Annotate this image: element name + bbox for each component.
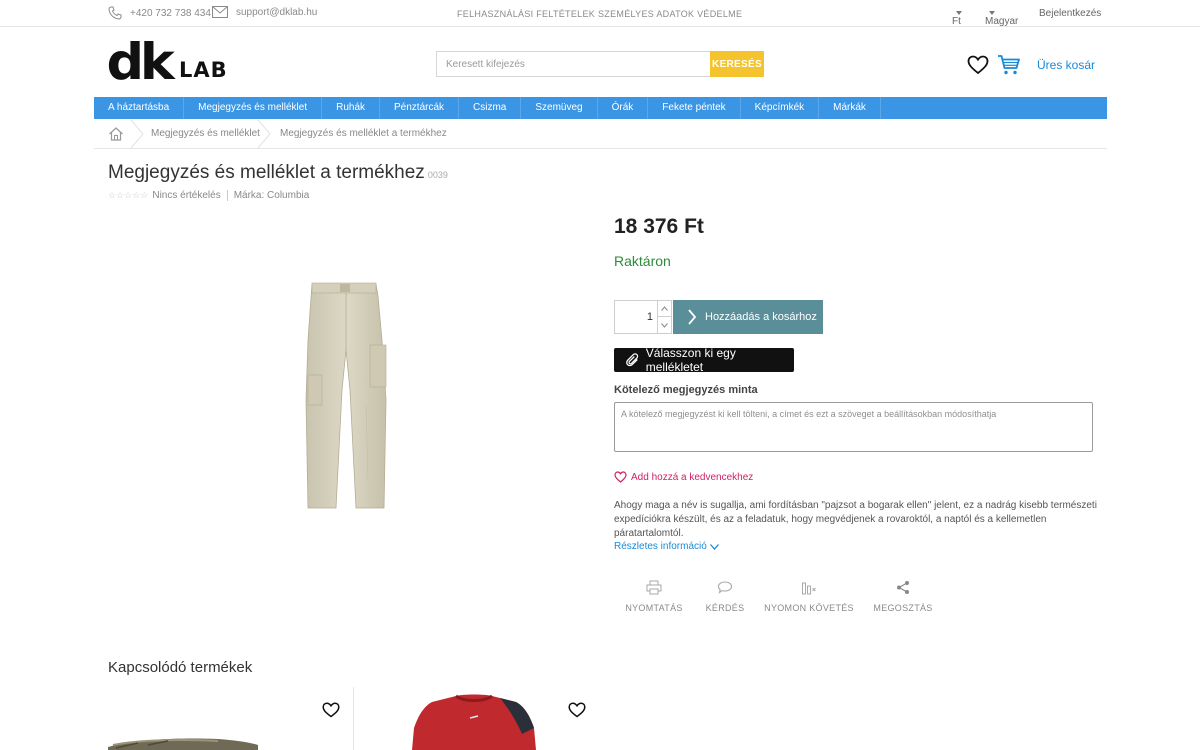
- chevron-up-icon: [661, 306, 668, 311]
- search-button[interactable]: KERESÉS: [710, 51, 764, 77]
- quantity-value[interactable]: 1: [615, 301, 659, 333]
- divider: [226, 190, 228, 201]
- phone-contact[interactable]: +420 732 738 434: [108, 6, 211, 20]
- home-icon[interactable]: [108, 126, 124, 142]
- heart-icon[interactable]: [967, 55, 989, 75]
- nav-item-watches[interactable]: Órák: [598, 97, 649, 119]
- decrement-button[interactable]: [658, 317, 671, 333]
- logo-main: dk: [106, 33, 174, 91]
- product-code: 0039: [427, 170, 448, 180]
- chevron-down-icon: [956, 11, 962, 16]
- related-products-title: Kapcsolódó termékek: [108, 659, 253, 676]
- heart-icon: [614, 471, 627, 483]
- details-label: Részletes információ: [614, 541, 707, 552]
- breadcrumb-item[interactable]: Megjegyzés és melléklet: [151, 128, 260, 139]
- nav-item-household[interactable]: A háztartásba: [94, 97, 185, 119]
- share-label: MEGOSZTÁS: [873, 603, 933, 613]
- product-meta: ☆☆☆☆☆ Nincs értékelés Márka: Columbia: [108, 190, 309, 201]
- stock-status: Raktáron: [614, 253, 671, 269]
- print-icon: [646, 580, 662, 595]
- divider: [353, 687, 354, 750]
- breadcrumb-separator: [257, 120, 271, 148]
- chart-icon: [802, 582, 816, 595]
- chevron-down-icon: [661, 322, 668, 328]
- quantity-stepper[interactable]: 1: [614, 300, 672, 334]
- product-title: Megjegyzés és melléklet a termékhez: [108, 162, 425, 183]
- language-select[interactable]: Magyar: [985, 8, 1018, 27]
- phone-number: +420 732 738 434: [130, 7, 211, 19]
- add-to-cart-button[interactable]: Hozzáadás a kosárhoz: [673, 300, 823, 334]
- mail-icon: [212, 6, 228, 18]
- nav-item-wallets[interactable]: Pénztárcák: [380, 97, 460, 119]
- breadcrumb-separator: [130, 120, 144, 148]
- share-icon: [897, 581, 909, 594]
- main-nav: A háztartásba Megjegyzés és melléklet Ru…: [94, 97, 1107, 119]
- search-input[interactable]: [436, 51, 710, 77]
- chevron-down-icon: [709, 543, 719, 550]
- rating-stars[interactable]: ☆☆☆☆☆: [108, 190, 148, 201]
- increment-button[interactable]: [658, 301, 671, 317]
- heart-icon[interactable]: [568, 702, 586, 718]
- language-value: Magyar: [985, 16, 1019, 27]
- cart-icon[interactable]: [997, 53, 1021, 77]
- nav-item-black-friday[interactable]: Fekete péntek: [648, 97, 741, 119]
- product-image[interactable]: [300, 280, 390, 512]
- details-link[interactable]: Részletes információ: [614, 541, 719, 552]
- chevron-right-icon: [688, 309, 697, 325]
- breadcrumb-current: Megjegyzés és melléklet a termékhez: [280, 128, 447, 139]
- track-label: NYOMON KÖVETÉS: [764, 603, 854, 613]
- breadcrumb: Megjegyzés és melléklet Megjegyzés és me…: [94, 120, 1107, 149]
- chevron-down-icon: [989, 11, 995, 16]
- attach-file-button[interactable]: Válasszon ki egy mellékletet: [614, 346, 794, 374]
- question-button[interactable]: KÉRDÉS: [680, 580, 770, 613]
- nav-item-glasses[interactable]: Szemüveg: [521, 97, 598, 119]
- related-product-image[interactable]: [412, 694, 536, 750]
- attach-file-label: Válasszon ki egy mellékletet: [645, 346, 736, 374]
- note-label: Kötelező megjegyzés minta: [614, 384, 758, 396]
- brand-label[interactable]: Márka: Columbia: [234, 190, 310, 201]
- nav-item-boots[interactable]: Csizma: [459, 97, 522, 119]
- email-address: support@dklab.hu: [236, 6, 318, 18]
- search-bar: KERESÉS: [436, 51, 764, 77]
- terms-link[interactable]: FELHASZNÁLÁSI FELTÉTELEK: [457, 9, 595, 19]
- note-field[interactable]: [614, 402, 1093, 452]
- product-price: 18 376 Ft: [614, 215, 704, 238]
- nav-item-image-labels[interactable]: Képcímkék: [741, 97, 820, 119]
- product-title-row: Megjegyzés és melléklet a termékhez 0039: [108, 162, 448, 184]
- login-link[interactable]: Bejelentkezés: [1039, 8, 1101, 19]
- share-button[interactable]: MEGOSZTÁS: [858, 580, 948, 613]
- add-to-favorites-link[interactable]: Add hozzá a kedvencekhez: [614, 471, 753, 483]
- nav-item-clothes[interactable]: Ruhák: [322, 97, 380, 119]
- question-label: KÉRDÉS: [705, 603, 745, 613]
- track-button[interactable]: NYOMON KÖVETÉS: [764, 580, 854, 613]
- nav-item-brands[interactable]: Márkák: [819, 97, 881, 119]
- nav-item-note-attachment[interactable]: Megjegyzés és melléklet: [184, 97, 323, 119]
- cart-label[interactable]: Üres kosár: [1037, 58, 1095, 72]
- heart-icon[interactable]: [322, 702, 340, 718]
- related-product-image[interactable]: [108, 733, 258, 750]
- email-contact[interactable]: support@dklab.hu: [212, 6, 317, 18]
- rating-text[interactable]: Nincs értékelés: [152, 190, 220, 201]
- top-bar: +420 732 738 434 support@dklab.hu FELHAS…: [0, 0, 1200, 27]
- add-to-favorites-label: Add hozzá a kedvencekhez: [631, 471, 754, 483]
- privacy-link[interactable]: SZEMÉLYES ADATOK VÉDELME: [598, 9, 742, 19]
- logo[interactable]: dk LAB: [106, 33, 228, 91]
- phone-icon: [108, 6, 122, 20]
- logo-sub: LAB: [179, 58, 228, 82]
- print-label: NYOMTATÁS: [625, 603, 683, 613]
- chat-icon: [717, 581, 733, 594]
- currency-value: Ft: [952, 16, 961, 27]
- paperclip-icon: [626, 353, 639, 367]
- add-to-cart-label: Hozzáadás a kosárhoz: [705, 311, 817, 323]
- currency-select[interactable]: Ft: [952, 8, 962, 27]
- product-description: Ahogy maga a név is sugallja, ami fordít…: [614, 500, 1097, 539]
- quantity-spinner: [657, 301, 671, 333]
